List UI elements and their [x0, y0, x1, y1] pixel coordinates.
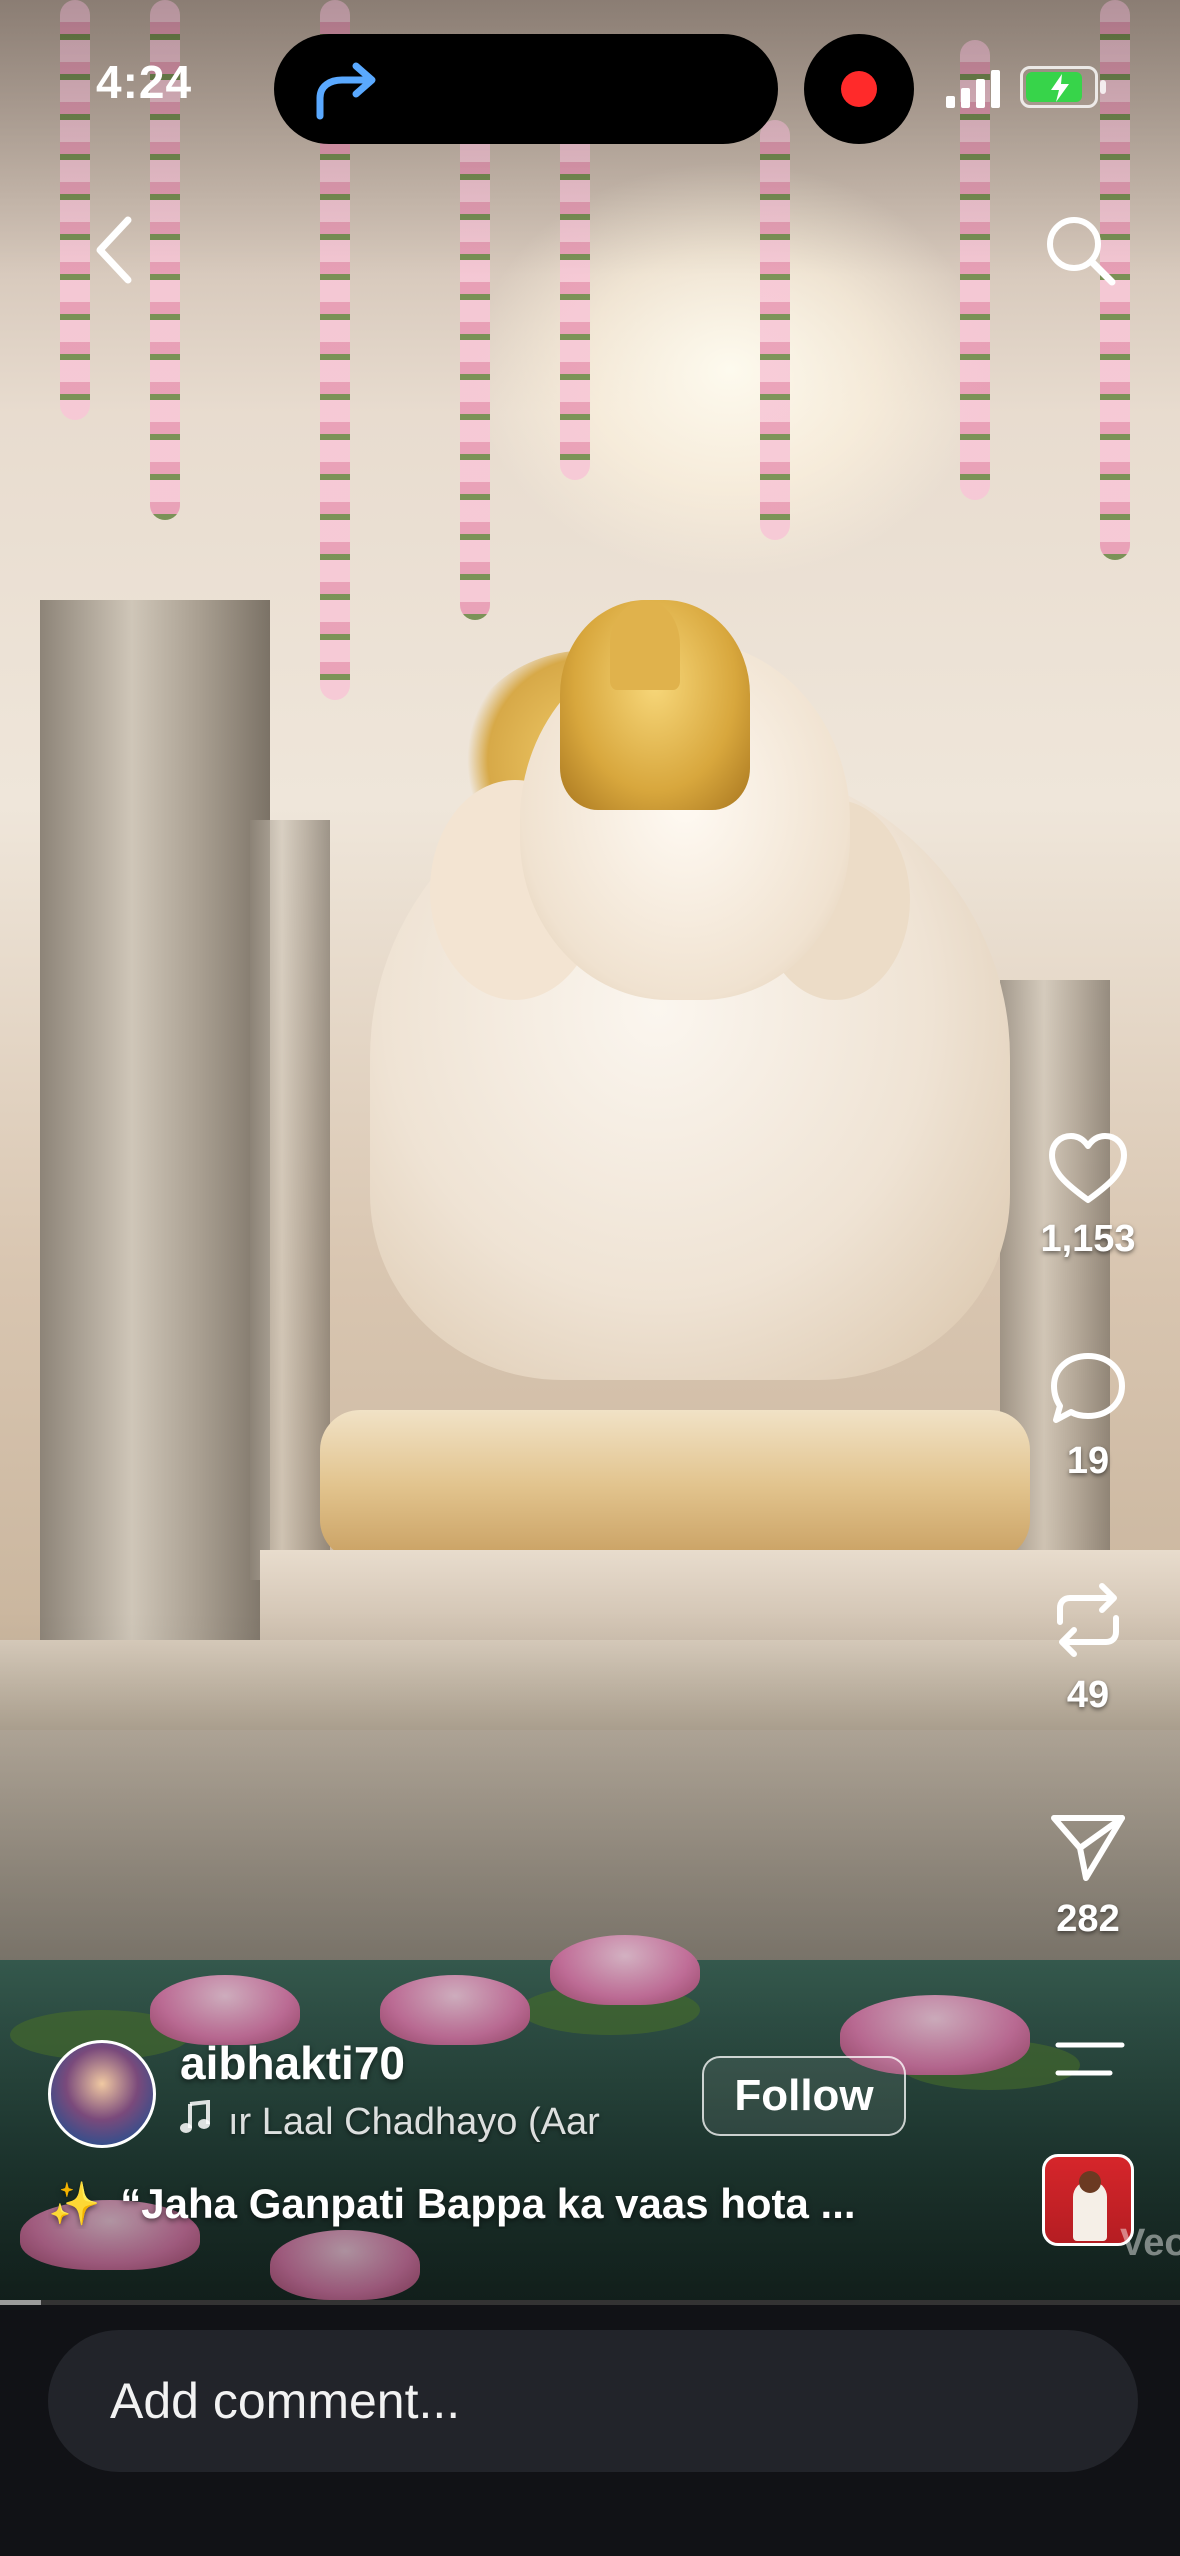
- username[interactable]: aibhakti70: [180, 2036, 405, 2090]
- send-icon: [1051, 1815, 1125, 1881]
- audio-track-link[interactable]: ır Laal Chadhayo (Aar: [180, 2100, 670, 2144]
- comment-count: 19: [1066, 1440, 1110, 1482]
- charging-bolt-icon: [1051, 74, 1069, 102]
- avatar[interactable]: [48, 2040, 156, 2148]
- status-bar: 4:24: [0, 0, 1180, 180]
- video-overlay: [0, 0, 1180, 2300]
- back-button[interactable]: [80, 210, 150, 290]
- like-button[interactable]: 1,153: [1030, 1130, 1146, 1261]
- repost-count: 49: [1066, 1674, 1110, 1716]
- status-time: 4:24: [96, 56, 193, 108]
- comment-bubble-icon: [1051, 1353, 1125, 1423]
- like-count: 1,153: [1040, 1218, 1136, 1260]
- follow-button[interactable]: Follow: [702, 2056, 906, 2136]
- more-options-icon[interactable]: [1050, 2035, 1130, 2085]
- search-icon[interactable]: [1040, 210, 1120, 290]
- screen-recording-indicator[interactable]: [804, 34, 914, 144]
- music-note-icon: [180, 2100, 210, 2133]
- repost-button[interactable]: 49: [1030, 1578, 1146, 1717]
- video-frame[interactable]: [0, 0, 1180, 2300]
- audio-track-title: ır Laal Chadhayo (Aar: [228, 2101, 600, 2143]
- cellular-signal-icon: [946, 70, 1000, 108]
- post-caption[interactable]: ✨ “Jaha Ganpati Bappa ka vaas hota ...: [48, 2180, 968, 2229]
- share-forward-icon: [316, 62, 376, 120]
- share-button[interactable]: 282: [1030, 1808, 1146, 1941]
- battery-cap: [1100, 80, 1106, 94]
- veo-watermark: Veo: [1120, 2222, 1180, 2264]
- battery-icon: [1020, 66, 1098, 108]
- share-count: 282: [1056, 1898, 1120, 1940]
- comment-input[interactable]: [48, 2330, 1138, 2472]
- caption-text: “Jaha Ganpati Bappa ka vaas hota ...: [120, 2180, 856, 2227]
- heart-icon: [1049, 1133, 1127, 1203]
- sparkles-emoji: ✨: [48, 2180, 101, 2227]
- repost-icon: [1057, 1583, 1119, 1657]
- comment-button[interactable]: 19: [1030, 1348, 1146, 1483]
- thumbnail-face: [1079, 2171, 1101, 2193]
